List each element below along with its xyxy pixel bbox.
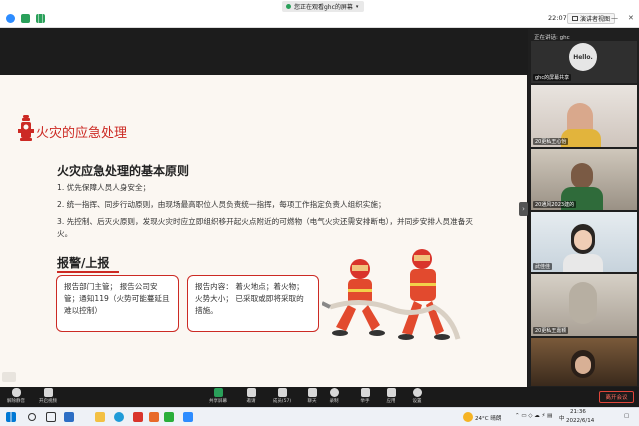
unmute-label: 解除静音 (7, 399, 25, 404)
chat-icon (307, 388, 317, 397)
grid-view-icon (572, 16, 578, 21)
settings-button[interactable]: 设置 (403, 388, 431, 404)
meeting-time: 22:07 (548, 14, 567, 22)
search-icon[interactable] (28, 413, 36, 421)
principle-item: 2. 统一指挥、同步行动原则，由现场最高职位人员负责统一指挥，每项工作指定负责人… (57, 200, 386, 209)
record-icon (329, 388, 339, 397)
participant-tile[interactable]: 20通风2023建的 (531, 149, 637, 210)
participants-icon (277, 388, 287, 397)
invite-button[interactable]: 邀请 (237, 388, 265, 404)
leave-meeting-button[interactable]: 离开会议 (599, 391, 634, 403)
fire-hydrant-icon (18, 115, 34, 141)
avatar: Hello. (569, 43, 597, 71)
slide-title: 火灾的应急处理 (36, 126, 128, 141)
apps-icon (386, 388, 396, 397)
notification-icon[interactable]: ▢ (624, 413, 629, 419)
principles-heading: 火灾应急处理的基本原则 (57, 164, 190, 178)
view-mode-button[interactable]: 演讲者视图 (567, 13, 616, 24)
firefighters-illustration (322, 249, 461, 340)
raise-hand-button[interactable]: 举手 (351, 388, 379, 404)
sharing-status-icon (286, 4, 291, 9)
shield-icon[interactable] (21, 14, 30, 23)
sharing-text: 您正在观看ghc的屏幕 (294, 4, 353, 11)
participant-name: 20通风2023建的 (533, 201, 577, 208)
app-icon[interactable] (149, 412, 159, 422)
task-view-icon[interactable] (46, 412, 56, 422)
chat-label: 聊天 (307, 399, 317, 404)
screen: 您正在观看ghc的屏幕 ▾ 22:07 演讲者视图 — ✕ 火灾的应急处理 火灾… (0, 0, 639, 426)
close-icon[interactable]: ✕ (628, 14, 634, 22)
slide-menu-button[interactable] (2, 372, 16, 382)
report-content-box: 报告内容： 着火地点；着火物； 火势大小； 已采取或即将采取的措施。 (187, 275, 319, 332)
share-screen-button[interactable]: 共享屏幕 (204, 388, 232, 404)
unmute-button[interactable]: 解除静音 (2, 388, 30, 404)
weather-icon (463, 412, 473, 422)
wps-office-icon[interactable] (133, 412, 143, 422)
settings-icon (412, 388, 422, 397)
participant-video (575, 356, 591, 374)
apps-button[interactable]: 应用 (377, 388, 405, 404)
start-video-label: 开启视频 (39, 399, 57, 404)
participant-tile[interactable] (531, 338, 637, 386)
share-screen-label: 共享屏幕 (209, 399, 227, 404)
language-indicator[interactable]: 中 (559, 414, 565, 422)
minimize-icon[interactable]: — (611, 14, 618, 22)
invite-icon (246, 388, 256, 397)
raise-hand-label: 举手 (360, 399, 370, 404)
zoom-icon[interactable] (183, 412, 193, 422)
participant-tile[interactable]: 武佳佳 (531, 212, 637, 272)
video-off-icon (43, 388, 53, 397)
file-explorer-icon[interactable] (95, 412, 105, 422)
weather-text[interactable]: 24°C 晴朗 (475, 414, 501, 422)
sharing-indicator[interactable]: 您正在观看ghc的屏幕 ▾ (282, 1, 365, 12)
share-screen-icon (213, 388, 223, 397)
clock-time[interactable]: 21:36 (570, 409, 586, 415)
participants-button[interactable]: 成员(57) (268, 388, 296, 404)
report-targets-box: 报告部门主管； 报告公司安管；通知119（火势可能蔓延且难以控制） (56, 275, 179, 332)
principle-item: 3. 先控制、后灭火原则，发现火灾时应立即组织移开起火点附近的可燃物（电气火灾还… (57, 217, 473, 238)
participants-label: 成员(57) (272, 399, 292, 404)
raise-hand-icon (360, 388, 370, 397)
signal-icon (36, 14, 45, 23)
edge-browser-icon[interactable] (114, 412, 124, 422)
clock-date[interactable]: 2022/6/14 (566, 418, 594, 424)
tray-icons[interactable]: ⌃ ▭ ◇ ☁ ⚡ ▤ (515, 413, 552, 419)
record-label: 录制 (329, 399, 339, 404)
windows-start-icon[interactable] (6, 412, 16, 422)
participant-video (574, 230, 592, 250)
wechat-icon[interactable] (164, 412, 174, 422)
participant-name: 20更私王心怡 (533, 138, 569, 145)
participant-tile[interactable]: 20更私王心怡 (531, 85, 637, 147)
meeting-toolbar: 解除静音 开启视频 共享屏幕 邀请 成员(57) 聊天 录制 举手 应用 设置 (0, 387, 639, 407)
chevron-right-icon[interactable]: › (519, 202, 528, 216)
settings-label: 设置 (412, 399, 422, 404)
windows-taskbar: 24°C 晴朗 ⌃ ▭ ◇ ☁ ⚡ ▤ 中 21:36 2022/6/14 ▢ (0, 407, 639, 426)
view-mode-label: 演讲者视图 (580, 16, 611, 23)
active-speaker-label: 正在讲话: ghc (534, 35, 570, 41)
participant-name: 20更私王嘉颖 (533, 327, 569, 334)
participant-video (571, 163, 593, 189)
status-icons (6, 14, 45, 23)
shared-screen-area: 火灾的应急处理 火灾应急处理的基本原则 1. 优先保障人员人身安全； 2. 统一… (0, 29, 527, 388)
report-heading: 报警/上报 (57, 256, 110, 270)
widgets-icon[interactable] (64, 412, 74, 422)
participant-video (569, 282, 597, 324)
start-video-button[interactable]: 开启视频 (34, 388, 62, 404)
participant-name: 武佳佳 (533, 263, 553, 270)
top-bar: 您正在观看ghc的屏幕 ▾ 22:07 演讲者视图 — ✕ (0, 0, 639, 28)
participant-tile[interactable]: Hello. ghc的屏幕共享 (531, 41, 637, 83)
invite-label: 邀请 (246, 399, 256, 404)
chevron-down-icon: ▾ (355, 3, 359, 10)
presentation-slide: 火灾的应急处理 火灾应急处理的基本原则 1. 优先保障人员人身安全； 2. 统一… (0, 75, 527, 388)
apps-label: 应用 (386, 399, 396, 404)
participant-name: ghc的屏幕共享 (533, 74, 572, 81)
mic-muted-icon (11, 388, 21, 397)
heading-underline (57, 271, 119, 273)
principle-item: 1. 优先保障人员人身安全； (57, 183, 151, 192)
participant-video (563, 254, 603, 272)
info-icon[interactable] (6, 14, 15, 23)
participant-tile[interactable]: 20更私王嘉颖 (531, 274, 637, 336)
record-button[interactable]: 录制 (320, 388, 348, 404)
